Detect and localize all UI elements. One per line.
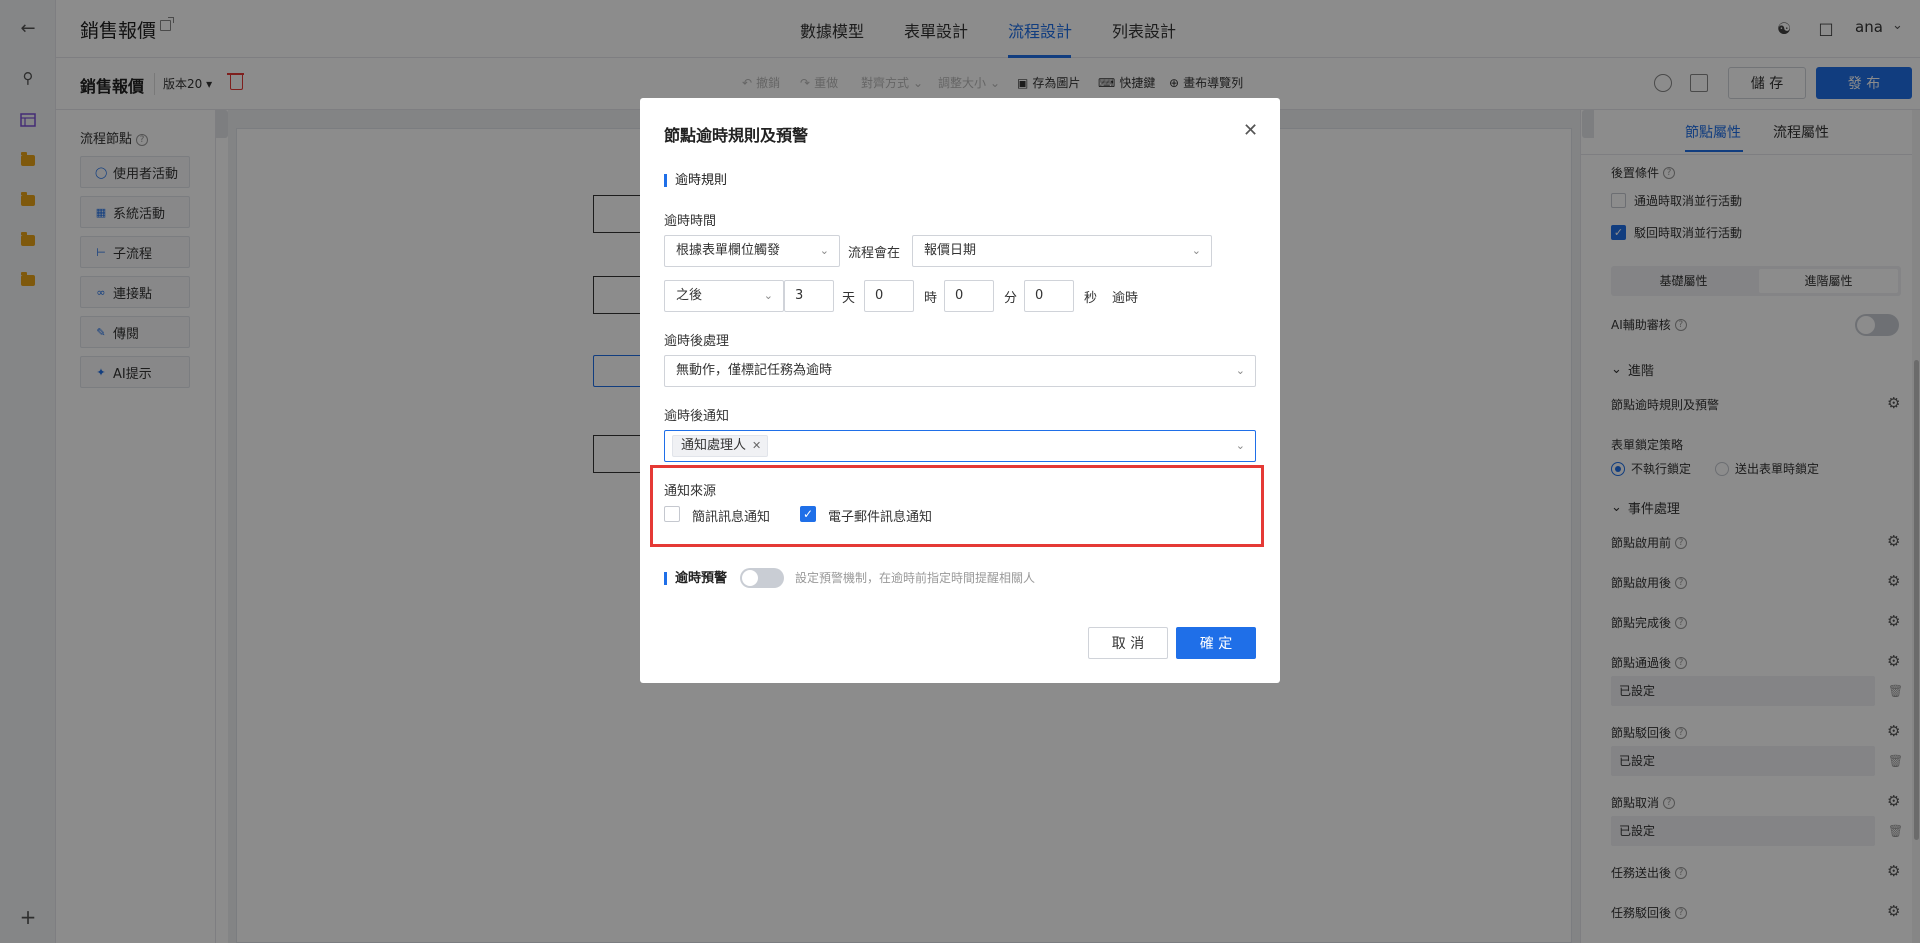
after-handle-value: 無動作，僅標記任務為逾時 bbox=[676, 363, 833, 378]
date-field-select[interactable]: 報價日期 ⌄ bbox=[912, 235, 1212, 267]
section-timeout-rules: 逾時規則 bbox=[664, 174, 727, 187]
chevron-down-icon: ⌄ bbox=[1235, 439, 1245, 452]
notify-tag: 通知處理人 ✕ bbox=[672, 435, 769, 457]
notify-source-label: 通知來源 bbox=[664, 484, 717, 499]
notify-label: 逾時後通知 bbox=[664, 409, 730, 424]
chevron-down-icon: ⌄ bbox=[1191, 244, 1201, 257]
hours-input[interactable]: 0 bbox=[864, 280, 914, 312]
trigger-select[interactable]: 根據表單欄位觸發 ⌄ bbox=[664, 235, 840, 267]
warning-hint: 設定預警機制，在逾時前指定時間提醒相關人 bbox=[795, 571, 1036, 585]
notify-tag-label: 通知處理人 bbox=[681, 438, 747, 453]
days-input[interactable]: 3 bbox=[784, 280, 834, 312]
chevron-down-icon: ⌄ bbox=[1235, 364, 1245, 377]
chevron-down-icon: ⌄ bbox=[763, 289, 773, 302]
email-checkbox-checked[interactable]: ✓ bbox=[800, 506, 816, 522]
cancel-button[interactable]: 取 消 bbox=[1088, 627, 1168, 659]
remove-tag-icon[interactable]: ✕ bbox=[752, 436, 761, 456]
chevron-down-icon: ⌄ bbox=[819, 244, 829, 257]
notify-select[interactable]: 通知處理人 ✕ ⌄ bbox=[664, 430, 1256, 462]
warning-toggle[interactable] bbox=[740, 568, 784, 588]
after-select-value: 之後 bbox=[676, 288, 703, 303]
after-handle-select[interactable]: 無動作，僅標記任務為逾時 ⌄ bbox=[664, 355, 1256, 387]
date-field-value: 報價日期 bbox=[924, 243, 977, 258]
timeout-time-label: 逾時時間 bbox=[664, 214, 717, 229]
confirm-button[interactable]: 確 定 bbox=[1176, 627, 1256, 659]
seconds-unit: 秒 bbox=[1084, 291, 1098, 306]
minutes-input[interactable]: 0 bbox=[944, 280, 994, 312]
hours-unit: 時 bbox=[924, 291, 938, 306]
timeout-suffix: 逾時 bbox=[1112, 291, 1139, 306]
dialog-title: 節點逾時規則及預警 bbox=[664, 126, 809, 145]
after-handle-label: 逾時後處理 bbox=[664, 334, 730, 349]
sms-label[interactable]: 簡訊訊息通知 bbox=[692, 506, 770, 525]
section-timeout-warning: 逾時預警 bbox=[664, 572, 727, 585]
seconds-input[interactable]: 0 bbox=[1024, 280, 1074, 312]
after-select[interactable]: 之後 ⌄ bbox=[664, 280, 784, 312]
flow-will-label: 流程會在 bbox=[848, 246, 901, 261]
email-label[interactable]: 電子郵件訊息通知 bbox=[828, 506, 932, 525]
trigger-select-value: 根據表單欄位觸發 bbox=[676, 243, 781, 258]
close-icon[interactable]: ✕ bbox=[1243, 120, 1258, 141]
sms-checkbox[interactable] bbox=[664, 506, 680, 522]
minutes-unit: 分 bbox=[1004, 291, 1018, 306]
timeout-rules-dialog: 節點逾時規則及預警 ✕ 逾時規則 逾時時間 根據表單欄位觸發 ⌄ 流程會在 報價日… bbox=[640, 98, 1280, 683]
days-unit: 天 bbox=[842, 291, 856, 306]
